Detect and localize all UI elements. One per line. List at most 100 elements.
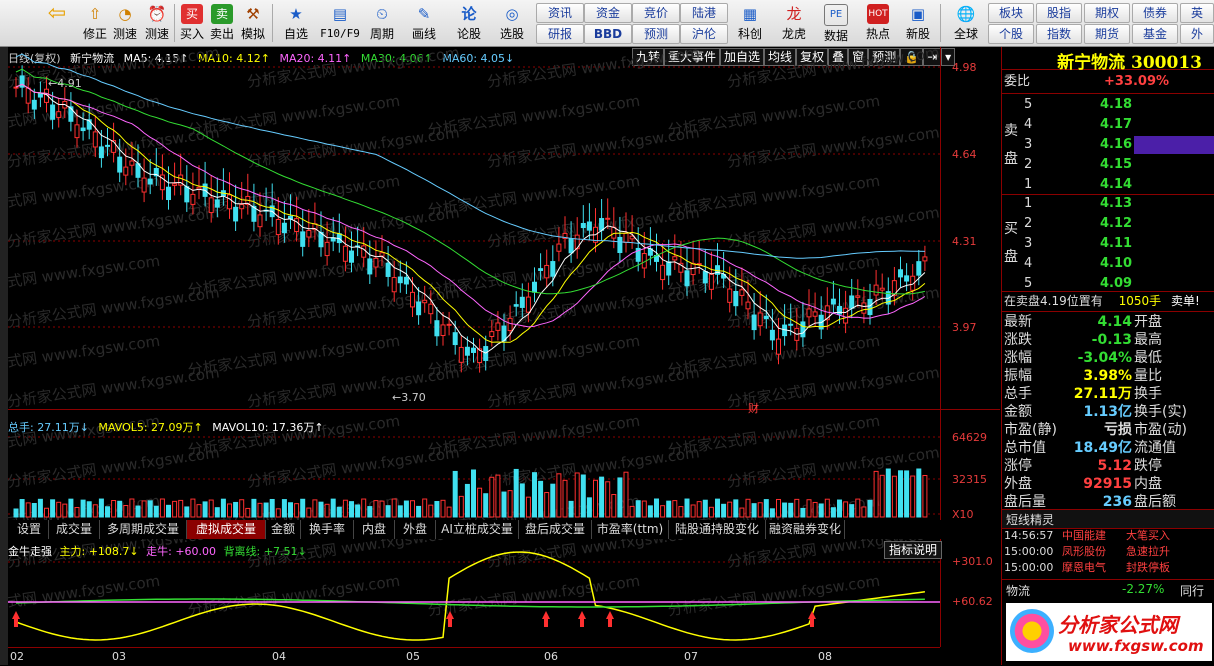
bid-row[interactable]: 4 4.10: [1002, 254, 1214, 273]
hot-button[interactable]: HOT 热点: [860, 2, 896, 44]
f10-button[interactable]: ▤ F10/F9: [318, 2, 362, 44]
tab-6[interactable]: 内盘: [354, 520, 395, 539]
watchlist-button[interactable]: ★ 自选: [278, 2, 314, 44]
dragon-tiger-button[interactable]: 龙 龙虎: [776, 2, 812, 44]
divider: [1002, 93, 1214, 94]
ask-row[interactable]: 1 4.14: [1002, 175, 1214, 194]
volume-bar: [44, 507, 49, 518]
bonds-button[interactable]: 债券: [1132, 3, 1178, 23]
bid-row[interactable]: 3 4.11: [1002, 234, 1214, 253]
volume-bar: [471, 469, 476, 518]
speed-test-button[interactable]: ◔ 测速: [110, 2, 140, 44]
stock-button[interactable]: 个股: [988, 24, 1034, 44]
sector-row[interactable]: 物流 -2.27% 同行: [1002, 579, 1214, 598]
tab-0[interactable]: 设置: [10, 520, 49, 539]
forecast-button[interactable]: 预测: [632, 24, 680, 44]
volume-bar: [294, 503, 300, 518]
tab-3[interactable]: 虚拟成交量: [187, 520, 266, 539]
watermark-text: 分析家公式网 www.fxgsw.com: [726, 123, 941, 171]
buy-signal-arrow: [606, 611, 614, 627]
candle-body: [489, 331, 495, 337]
volume-bar: [202, 501, 208, 518]
measure-button[interactable]: ⏰ 测速: [142, 2, 172, 44]
ask-row[interactable]: 3 4.16: [1002, 135, 1214, 154]
tab-11[interactable]: 陆股通持股变化: [669, 520, 766, 539]
tab-4[interactable]: 金额: [266, 520, 301, 539]
candle-body: [763, 315, 769, 320]
simulate-button[interactable]: ⚒ 模拟: [238, 2, 268, 44]
kechuang-button[interactable]: ▦ 科创: [732, 2, 768, 44]
elves-item[interactable]: 15:00:00 摩恩电气 封跌停板: [1004, 560, 1212, 576]
index-button[interactable]: 指数: [1036, 24, 1082, 44]
watermark-text: 分析家公式网 www.fxgsw.com: [8, 203, 221, 251]
bid-row[interactable]: 1 4.13: [1002, 194, 1214, 213]
elves-item[interactable]: 15:00:00 凤形股份 急速拉升: [1004, 544, 1212, 560]
volume-bar: [617, 477, 623, 518]
shanghai-london-button[interactable]: 沪伦: [680, 24, 728, 44]
tab-9[interactable]: 盘后成交量: [519, 520, 592, 539]
time-axis-label: 06: [544, 650, 558, 663]
sell-button[interactable]: 卖 卖出: [208, 2, 236, 44]
fix-button[interactable]: ⇧ 修正: [80, 2, 110, 44]
ask-row[interactable]: 2 4.15: [1002, 155, 1214, 174]
index-futures-button[interactable]: 股指: [1036, 3, 1082, 23]
tab-8[interactable]: AI立桩成交量: [436, 520, 519, 539]
bbd-button[interactable]: BBD: [584, 24, 632, 44]
tab-7[interactable]: 外盘: [395, 520, 436, 539]
select-stock-button[interactable]: ◎ 选股: [494, 2, 530, 44]
volume-bar: [879, 474, 885, 518]
watermark-text: 分析家公式网 www.fxgsw.com: [246, 47, 461, 91]
tab-5[interactable]: 换手率: [301, 520, 354, 539]
peer-button[interactable]: 同行: [1180, 582, 1204, 599]
ask-row[interactable]: 4 4.17: [1002, 115, 1214, 134]
futures-button[interactable]: 期货: [1084, 24, 1130, 44]
news-button[interactable]: 资讯: [536, 3, 584, 23]
buy-button[interactable]: 买 买入: [178, 2, 206, 44]
tab-1[interactable]: 成交量: [49, 520, 100, 539]
bid-row[interactable]: 2 4.12: [1002, 214, 1214, 233]
candle-body: [349, 250, 354, 263]
period-button[interactable]: ⏲ 周期: [364, 2, 400, 44]
volume-bar: [837, 499, 842, 518]
back-button[interactable]: ⇦: [40, 2, 74, 44]
stat-row: 涨幅 -3.04% 最低: [1004, 350, 1162, 366]
kline-panel[interactable]: 日线(复权) 新宁物流 MA5: 4.15↑ MA10: 4.12↑ MA20:…: [8, 47, 1000, 666]
volume-bar: [452, 470, 458, 518]
auction-button[interactable]: 竞价: [632, 3, 680, 23]
data-button[interactable]: PE 数据: [818, 2, 854, 44]
volume-bar: [428, 504, 434, 518]
tab-2[interactable]: 多周期成交量: [100, 520, 187, 539]
volume-bar: [891, 475, 897, 518]
funds-button[interactable]: 基金: [1132, 24, 1178, 44]
discuss-button[interactable]: 论 论股: [452, 2, 486, 44]
candle-body: [233, 206, 239, 222]
candle-body: [56, 111, 62, 118]
volume-bar: [105, 506, 110, 518]
watermark-text: 分析家公式网 www.fxgsw.com: [486, 363, 701, 411]
sector-button[interactable]: 板块: [988, 3, 1034, 23]
tab-12[interactable]: 融资融券变化: [766, 520, 845, 539]
watermark-text: 分析家公式网 www.fxgsw.com: [8, 572, 161, 620]
elves-item[interactable]: 14:56:57 中国能建 大笔买入: [1004, 528, 1212, 544]
hk-connect-button[interactable]: 陆港: [680, 3, 728, 23]
research-button[interactable]: 研报: [536, 24, 584, 44]
financial-report-marker[interactable]: 财: [748, 400, 759, 416]
ask-row[interactable]: 5 4.18: [1002, 95, 1214, 114]
global-button[interactable]: 🌐 全球: [946, 2, 986, 44]
discuss-icon: 论: [461, 5, 477, 23]
candle-body: [50, 104, 56, 120]
volume-bar: [342, 499, 348, 518]
fund-button[interactable]: 资金: [584, 3, 632, 23]
tab-10[interactable]: 市盈率(ttm): [592, 520, 669, 539]
uk-button[interactable]: 英: [1180, 3, 1214, 23]
volume-bar: [172, 500, 178, 518]
draw-line-button[interactable]: ✎ 画线: [406, 2, 442, 44]
indicator-help-button[interactable]: 指标说明: [884, 541, 942, 559]
options-button[interactable]: 期权: [1084, 3, 1130, 23]
new-stock-button[interactable]: ▣ 新股: [900, 2, 936, 44]
volume-bar: [867, 499, 873, 518]
volume-bar: [74, 507, 80, 518]
volume-bar: [111, 500, 117, 518]
forex-button[interactable]: 外: [1180, 24, 1214, 44]
elves-title: 短线精灵: [1006, 513, 1055, 527]
